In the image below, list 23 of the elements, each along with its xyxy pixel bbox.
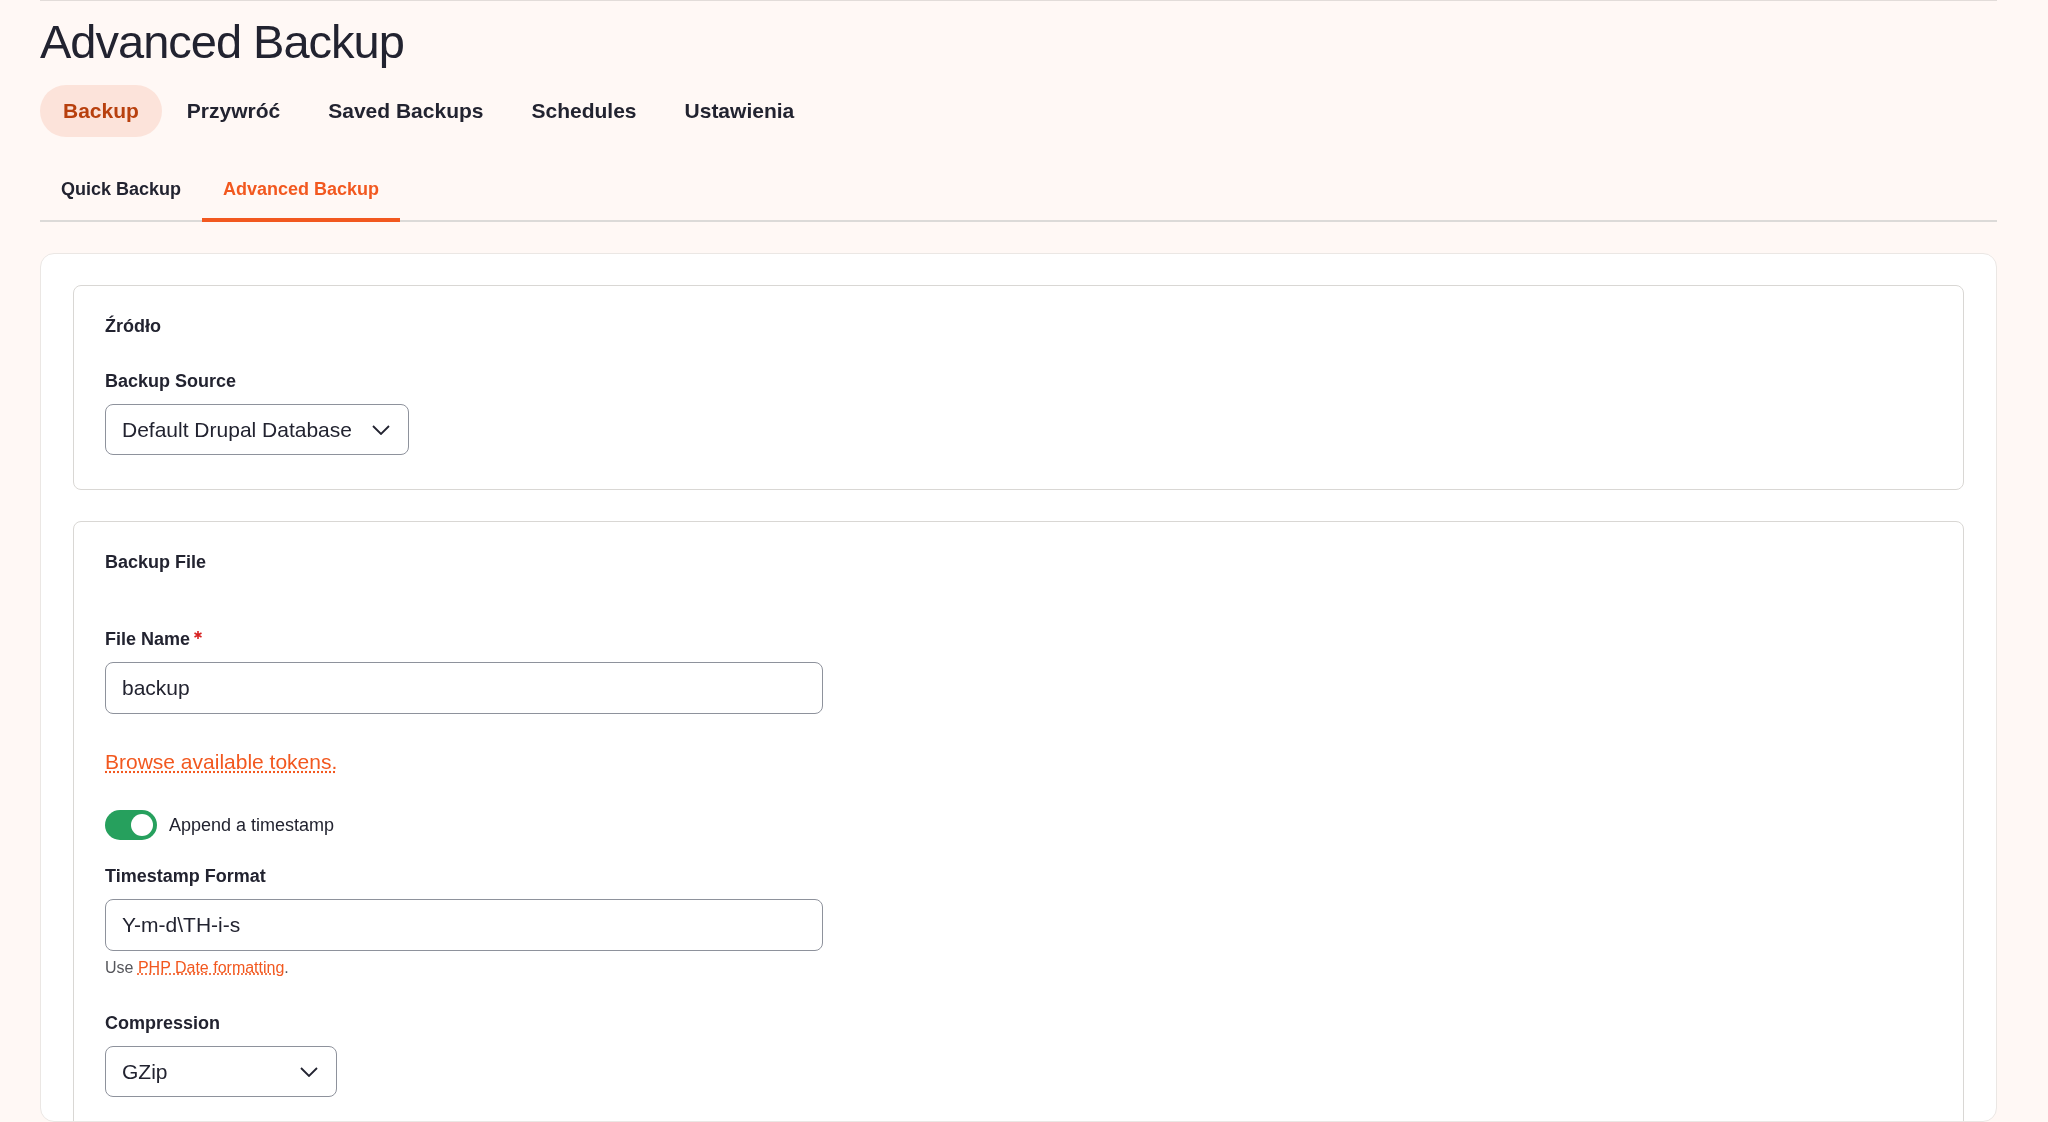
- primary-tab[interactable]: Ustawienia: [661, 85, 818, 137]
- field-label: Compression: [105, 1013, 221, 1034]
- primary-tab[interactable]: Przywróć: [163, 85, 304, 137]
- field-label: File Name: [105, 629, 191, 650]
- help-text: Use PHP Date formatting.: [105, 959, 290, 977]
- fieldset-legend: Źródło: [105, 316, 1932, 337]
- primary-tab[interactable]: Backup: [40, 85, 162, 137]
- text-field[interactable]: backup: [105, 662, 823, 714]
- fieldset-legend: Backup File: [105, 552, 1932, 573]
- required-icon: [194, 631, 203, 639]
- chevron-down-icon: [371, 424, 390, 435]
- toggle-label: Append a timestamp: [169, 814, 335, 836]
- page-title: Advanced Backup: [40, 14, 405, 70]
- select-field[interactable]: Default Drupal Database: [105, 404, 409, 455]
- select-field[interactable]: GZip: [105, 1046, 337, 1097]
- field-label: Timestamp Format: [105, 866, 266, 887]
- secondary-tab[interactable]: Quick Backup: [40, 169, 203, 222]
- toggle-switch[interactable]: [105, 810, 157, 840]
- field-label: Backup Source: [105, 371, 237, 392]
- primary-tab[interactable]: Saved Backups: [305, 85, 507, 137]
- chevron-down-icon: [300, 1066, 318, 1077]
- text-field[interactable]: Y-m-d\TH-i-s: [105, 899, 823, 951]
- primary-tab[interactable]: Schedules: [508, 85, 660, 137]
